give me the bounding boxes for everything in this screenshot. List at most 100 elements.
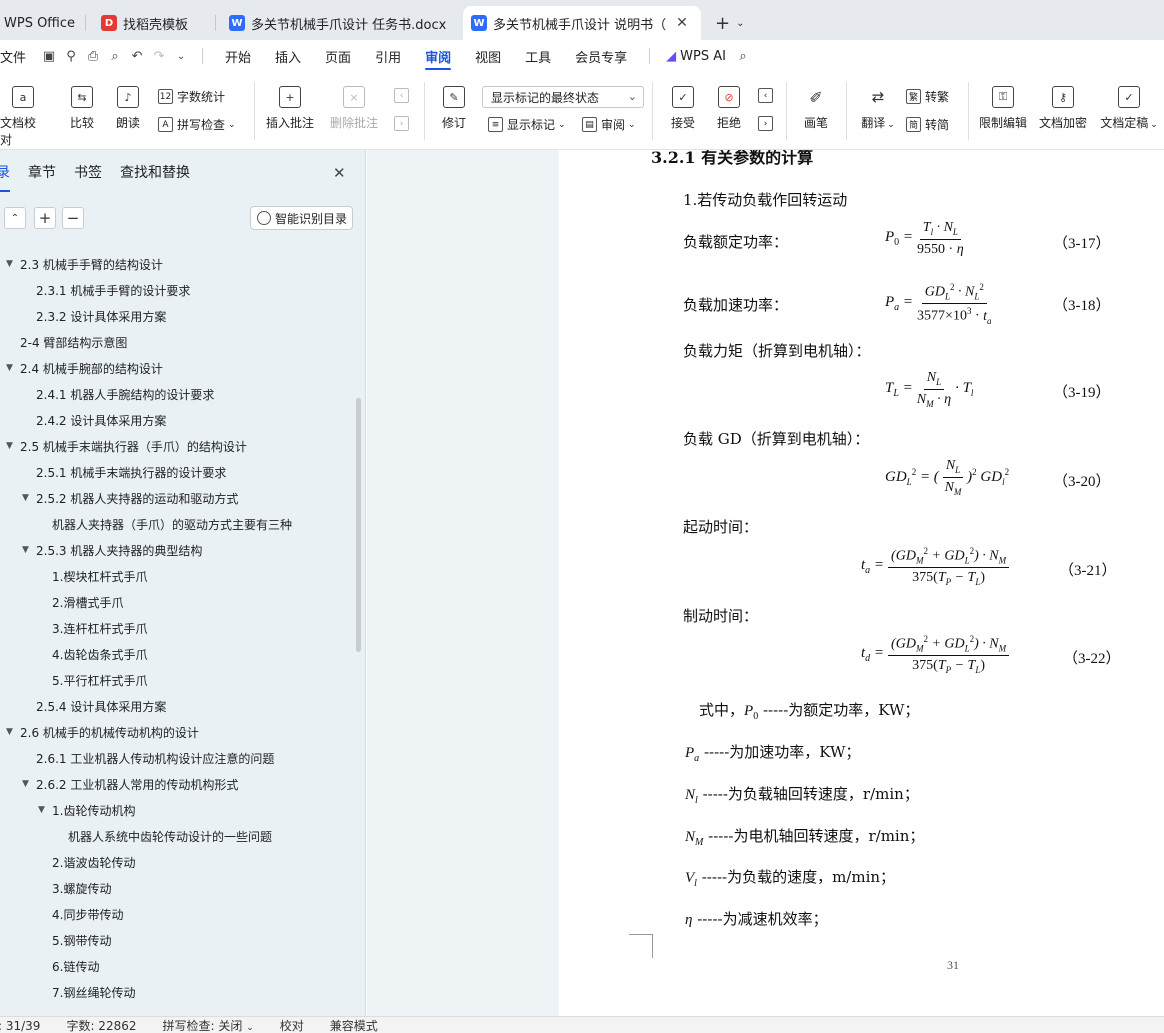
restrict-edit-button[interactable]: ⚿ 限制编辑 [976, 86, 1030, 131]
search-icon[interactable]: ⌕ [732, 40, 754, 72]
print-icon[interactable]: ⎙ [82, 40, 104, 72]
menu-file[interactable]: 文件 [0, 40, 38, 72]
toc-item[interactable]: 1.楔块杠杆式手爪 [52, 566, 147, 586]
word-count-button[interactable]: 12 字数统计 [158, 88, 225, 105]
tab-docer-templates[interactable]: D 找稻壳模板 [93, 6, 217, 40]
toc-item[interactable]: 2.6.1 工业机器人传动机构设计应注意的问题 [36, 748, 274, 768]
expand-arrow-icon[interactable]: ▼ [38, 805, 52, 815]
markup-state-select[interactable]: 显示标记的最终状态 ⌄ [482, 86, 644, 108]
compare-button[interactable]: ⇆ 比较 [62, 86, 102, 131]
toc-item[interactable]: 2-4 臂部结构示意图 [20, 332, 127, 352]
close-tab-icon[interactable]: ✕ [676, 15, 688, 31]
toc-item[interactable]: 7.钢丝绳轮传动 [52, 982, 135, 1002]
next-change-button[interactable]: › [758, 116, 777, 131]
menu-reference[interactable]: 引用 [363, 40, 413, 72]
expand-arrow-icon[interactable]: ▼ [6, 441, 20, 451]
toc-item[interactable]: 5.平行杠杆式手爪 [52, 670, 147, 690]
toc-item[interactable]: ▼ 2.6.2 工业机器人常用的传动机构形式 [22, 774, 238, 794]
toc-item[interactable]: 2.谐波齿轮传动 [52, 852, 135, 872]
new-tab-button[interactable]: + ⌄ [705, 6, 754, 40]
toc-item[interactable]: 机器人系统中齿轮传动设计的一些问题 [68, 826, 272, 846]
menu-view[interactable]: 视图 [463, 40, 513, 72]
pen-button[interactable]: ✐ 画笔 [800, 86, 832, 131]
menu-member[interactable]: 会员专享 [563, 40, 639, 72]
close-icon[interactable]: ✕ [333, 164, 346, 182]
toc-item[interactable]: ▼ 2.5 机械手末端执行器（手爪）的结构设计 [6, 436, 247, 456]
toc-item[interactable]: 2.4.2 设计具体采用方案 [36, 410, 166, 430]
spell-check-button[interactable]: A 拼写检查 ⌄ [158, 116, 236, 133]
expand-arrow-icon[interactable]: ▼ [22, 779, 36, 789]
toc-item[interactable]: 3.连杆杠杆式手爪 [52, 618, 147, 638]
menu-tools[interactable]: 工具 [513, 40, 563, 72]
expand-arrow-icon[interactable]: ▼ [22, 545, 36, 555]
revise-button[interactable]: ✎ 修订 [436, 86, 472, 131]
toc-item[interactable]: 2.滑槽式手爪 [52, 592, 123, 612]
next-comment-button[interactable]: › [394, 116, 413, 131]
to-simplified-button[interactable]: 简 转简 [906, 116, 949, 133]
read-aloud-button[interactable]: ♪ 朗读 [112, 86, 144, 131]
encrypt-label: 文档加密 [1038, 116, 1087, 130]
add-level-button[interactable]: + [34, 207, 56, 229]
toc-item[interactable]: 机器人夹持器（手爪）的驱动方式主要有三种 [52, 514, 292, 534]
print-preview-icon[interactable]: ⌕ [104, 40, 126, 72]
doc-proof-button[interactable]: a 文档校对 [0, 86, 46, 148]
menu-insert[interactable]: 插入 [263, 40, 313, 72]
toc-item[interactable]: ▼ 2.4 机械手腕部的结构设计 [6, 358, 163, 378]
tab-wps-office[interactable]: WPS Office [0, 6, 87, 40]
collapse-button[interactable]: ⌃ [4, 207, 26, 229]
spell-check-status[interactable]: 拼写检查: 关闭 ⌄ [163, 1017, 254, 1033]
expand-arrow-icon[interactable]: ▼ [6, 259, 20, 269]
toc-item[interactable]: ▼ 2.5.3 机器人夹持器的典型结构 [22, 540, 202, 560]
nav-tab-bookmarks[interactable]: 书签 [74, 162, 102, 186]
smart-toc-button[interactable]: 智能识别目录 [250, 206, 353, 230]
toc-item[interactable]: 3.螺旋传动 [52, 878, 111, 898]
menu-review[interactable]: 审阅 [413, 40, 463, 72]
toc-item[interactable]: ▼ 2.6 机械手的机械传动机构的设计 [6, 722, 199, 742]
share-icon[interactable]: ⚲ [60, 40, 82, 72]
nav-tab-toc[interactable]: 录 [0, 162, 10, 192]
save-icon[interactable]: ▣ [38, 40, 60, 72]
undo-icon[interactable]: ↶ [126, 40, 148, 72]
toc-item[interactable]: 5.钢带传动 [52, 930, 111, 950]
toc-item[interactable]: 2.5.4 设计具体采用方案 [36, 696, 166, 716]
remove-level-button[interactable]: − [62, 207, 84, 229]
nav-tab-find-replace[interactable]: 查找和替换 [120, 162, 190, 186]
toc-item[interactable]: 2.5.1 机械手末端执行器的设计要求 [36, 462, 226, 482]
page-indicator[interactable]: 页: 31/39 [0, 1017, 40, 1033]
toc-item[interactable]: ▼ 2.3 机械手手臂的结构设计 [6, 254, 163, 274]
tab-task-doc[interactable]: W 多关节机械手爪设计 任务书.docx [221, 6, 460, 40]
nav-tab-chapters[interactable]: 章节 [28, 162, 56, 186]
show-markup-button[interactable]: ≡ 显示标记 ⌄ [488, 116, 566, 133]
nav-scrollbar[interactable] [356, 398, 361, 652]
review-pane-button[interactable]: ▤ 审阅 ⌄ [582, 116, 636, 133]
expand-arrow-icon[interactable]: ▼ [6, 363, 20, 373]
tab-spec-doc[interactable]: W 多关节机械手爪设计 说明书（ ✕ [463, 6, 702, 40]
toc-item[interactable]: 2.3.1 机械手手臂的设计要求 [36, 280, 190, 300]
reject-button[interactable]: ⊘ 拒绝 [710, 86, 748, 131]
toc-item[interactable]: 4.齿轮齿条式手爪 [52, 644, 147, 664]
delete-comment-button[interactable]: × 删除批注 [326, 86, 382, 131]
insert-comment-button[interactable]: + 插入批注 [266, 86, 314, 131]
toc-item[interactable]: 2.4.1 机器人手腕结构的设计要求 [36, 384, 214, 404]
translate-button[interactable]: ⇄ 翻译 ⌄ [856, 86, 900, 131]
accept-button[interactable]: ✓ 接受 [664, 86, 702, 131]
toc-item[interactable]: 4.同步带传动 [52, 904, 123, 924]
wps-ai-button[interactable]: ◢ WPS AI [660, 40, 732, 72]
prev-change-button[interactable]: ‹ [758, 88, 777, 103]
word-count-indicator[interactable]: 字数: 22862 [66, 1017, 136, 1033]
to-traditional-button[interactable]: 繁 转繁 [906, 88, 949, 105]
redo-icon[interactable]: ↷ [148, 40, 170, 72]
toc-item[interactable]: 2.3.2 设计具体采用方案 [36, 306, 166, 326]
encrypt-button[interactable]: ⚷ 文档加密 [1036, 86, 1090, 131]
toc-item[interactable]: ▼ 1.齿轮传动机构 [38, 800, 135, 820]
menu-start[interactable]: 开始 [213, 40, 263, 72]
expand-arrow-icon[interactable]: ▼ [6, 727, 20, 737]
toc-item[interactable]: 6.链传动 [52, 956, 99, 976]
prev-comment-button[interactable]: ‹ [394, 88, 413, 103]
menu-page[interactable]: 页面 [313, 40, 363, 72]
expand-arrow-icon[interactable]: ▼ [22, 493, 36, 503]
proof-status[interactable]: 校对 [280, 1017, 304, 1033]
finalize-button[interactable]: ✓ 文档定稿 ⌄ [1098, 86, 1160, 131]
more-chevron-icon[interactable]: ⌄ [170, 40, 192, 72]
toc-item[interactable]: ▼ 2.5.2 机器人夹持器的运动和驱动方式 [22, 488, 238, 508]
